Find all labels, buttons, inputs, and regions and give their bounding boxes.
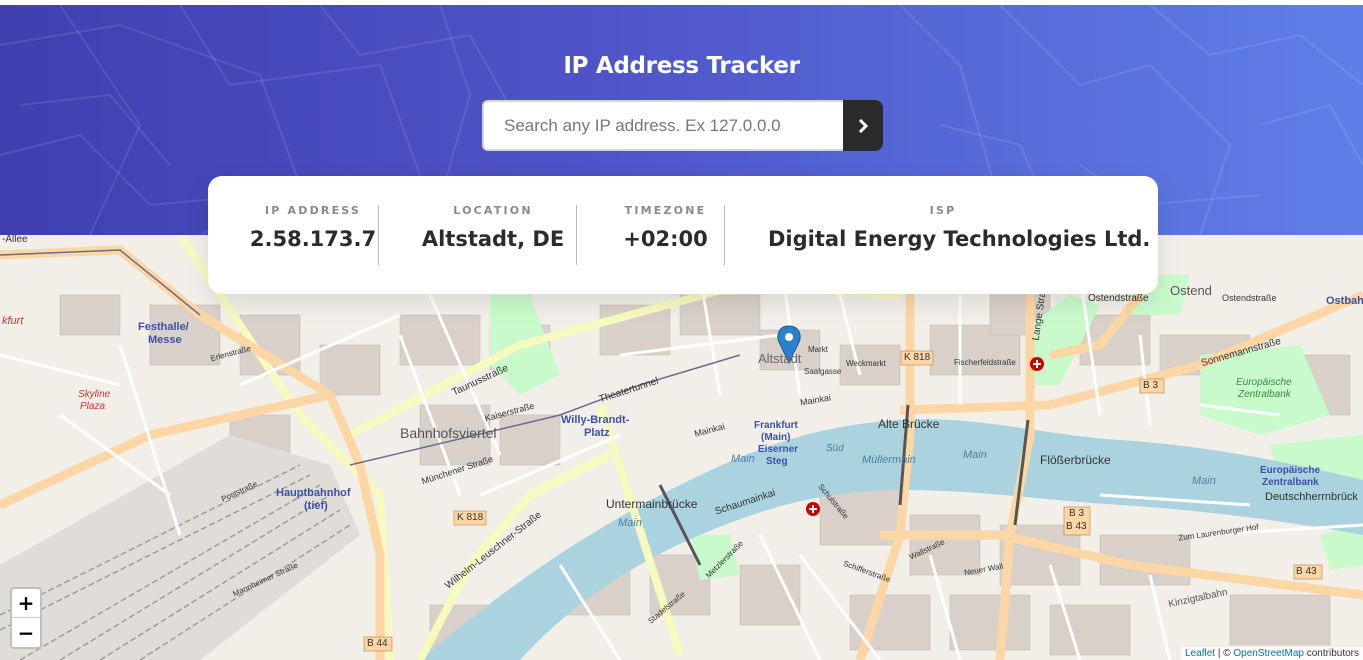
isp-value: Digital Energy Technologies Ltd. — [768, 227, 1151, 251]
ip-search-input[interactable] — [482, 100, 843, 151]
road-shield-label: B 43 — [1296, 566, 1317, 577]
street-label: Fischerfeldstraße — [954, 358, 1016, 367]
timezone-cell: TIMEZONE +02:00 — [618, 204, 713, 251]
road-shield-label: B 43 — [1066, 521, 1087, 532]
timezone-value: +02:00 — [623, 227, 708, 251]
attribution-separator: | © — [1215, 648, 1234, 659]
map-label: Main — [618, 517, 642, 529]
street-label: Saalgasse — [804, 367, 842, 376]
map-label: (Main) — [761, 432, 791, 443]
ip-address-label: IP ADDRESS — [264, 204, 362, 217]
isp-label: ISP — [929, 204, 957, 217]
map-label: Altstadt — [758, 351, 802, 366]
road-shield-label: B 3 — [1143, 380, 1159, 391]
street-label: Markt — [808, 345, 828, 354]
map-label: Main — [1192, 475, 1216, 487]
map-attribution: Leaflet | © OpenStreetMap contributors — [1181, 647, 1363, 660]
divider — [724, 205, 725, 265]
map-label: Untermainbrücke — [606, 497, 698, 511]
search-bar — [482, 100, 883, 151]
location-label: LOCATION — [453, 204, 533, 217]
page-title: IP Address Tracker — [563, 53, 800, 79]
isp-cell: ISP Digital Energy Technologies Ltd. — [768, 204, 1151, 251]
map-label: Flößerbrücke — [1040, 453, 1111, 467]
map-view[interactable]: Altstadt Bahnhofsviertel Hauptbahnhof (t… — [0, 235, 1363, 660]
map-label: Festhalle/ — [138, 321, 189, 333]
divider — [378, 205, 379, 265]
map-label: kfurt — [2, 315, 24, 327]
ip-address-cell: IP ADDRESS 2.58.173.7 — [248, 204, 378, 251]
ip-info-card: IP ADDRESS 2.58.173.7 LOCATION Altstadt,… — [208, 176, 1158, 294]
hospital-icon — [806, 502, 820, 516]
zoom-in-button[interactable]: + — [12, 589, 40, 618]
map-label: Zentralbank — [1262, 477, 1319, 488]
map-label: Messe — [148, 334, 182, 346]
leaflet-link[interactable]: Leaflet — [1185, 648, 1215, 659]
map-label: Europäische — [1260, 465, 1321, 476]
location-value: Altstadt, DE — [421, 227, 565, 251]
road-shield-label: B 3 — [1069, 508, 1085, 519]
street-label: Ostendstraße — [1088, 293, 1149, 304]
map-label: Ostbahnhof — [1326, 295, 1363, 307]
zoom-out-button[interactable]: − — [12, 618, 40, 647]
map-label: (tief) — [304, 500, 328, 512]
map-label: Skyline — [78, 389, 111, 400]
street-label: Weckmarkt — [846, 359, 886, 368]
map-label: Willy-Brandt- — [561, 414, 630, 426]
map-label: Main — [731, 453, 755, 465]
map-label: Europäische — [1236, 377, 1292, 388]
map-label: Steg — [766, 456, 788, 467]
road-shield-label: B 44 — [367, 638, 388, 649]
location-cell: LOCATION Altstadt, DE — [418, 204, 568, 251]
map-label: Plaza — [80, 401, 106, 412]
map-label: Ostend — [1170, 283, 1212, 298]
ip-address-value: 2.58.173.7 — [249, 227, 377, 251]
map-label: Süd — [826, 443, 844, 454]
map-label: Main — [963, 449, 987, 461]
map-label: Alte Brücke — [878, 417, 940, 431]
chevron-right-icon — [858, 118, 868, 133]
hospital-icon — [1030, 357, 1044, 371]
map-label: Frankfurt — [754, 420, 798, 431]
timezone-label: TIMEZONE — [624, 204, 707, 217]
road-shield-label: K 818 — [457, 512, 484, 523]
road-shield-label: K 818 — [904, 352, 931, 363]
map-label: Müllermain — [862, 454, 916, 466]
zoom-controls: + − — [10, 587, 42, 649]
attribution-tail: contributors — [1303, 648, 1359, 659]
street-label: Ostendstraße — [1222, 293, 1277, 303]
search-submit-button[interactable] — [843, 100, 883, 151]
map-label: Hauptbahnhof — [276, 487, 351, 499]
street-label: -Allee — [2, 235, 28, 245]
divider — [576, 205, 577, 265]
map-label: Platz — [584, 427, 610, 439]
openstreetmap-link[interactable]: OpenStreetMap — [1233, 648, 1304, 659]
map-label: Zentralbank — [1238, 389, 1291, 400]
map-label: Bahnhofsviertel — [400, 425, 497, 441]
map-label: Eiserner — [758, 444, 799, 455]
map-label: Deutschherrnbrück — [1265, 491, 1358, 503]
